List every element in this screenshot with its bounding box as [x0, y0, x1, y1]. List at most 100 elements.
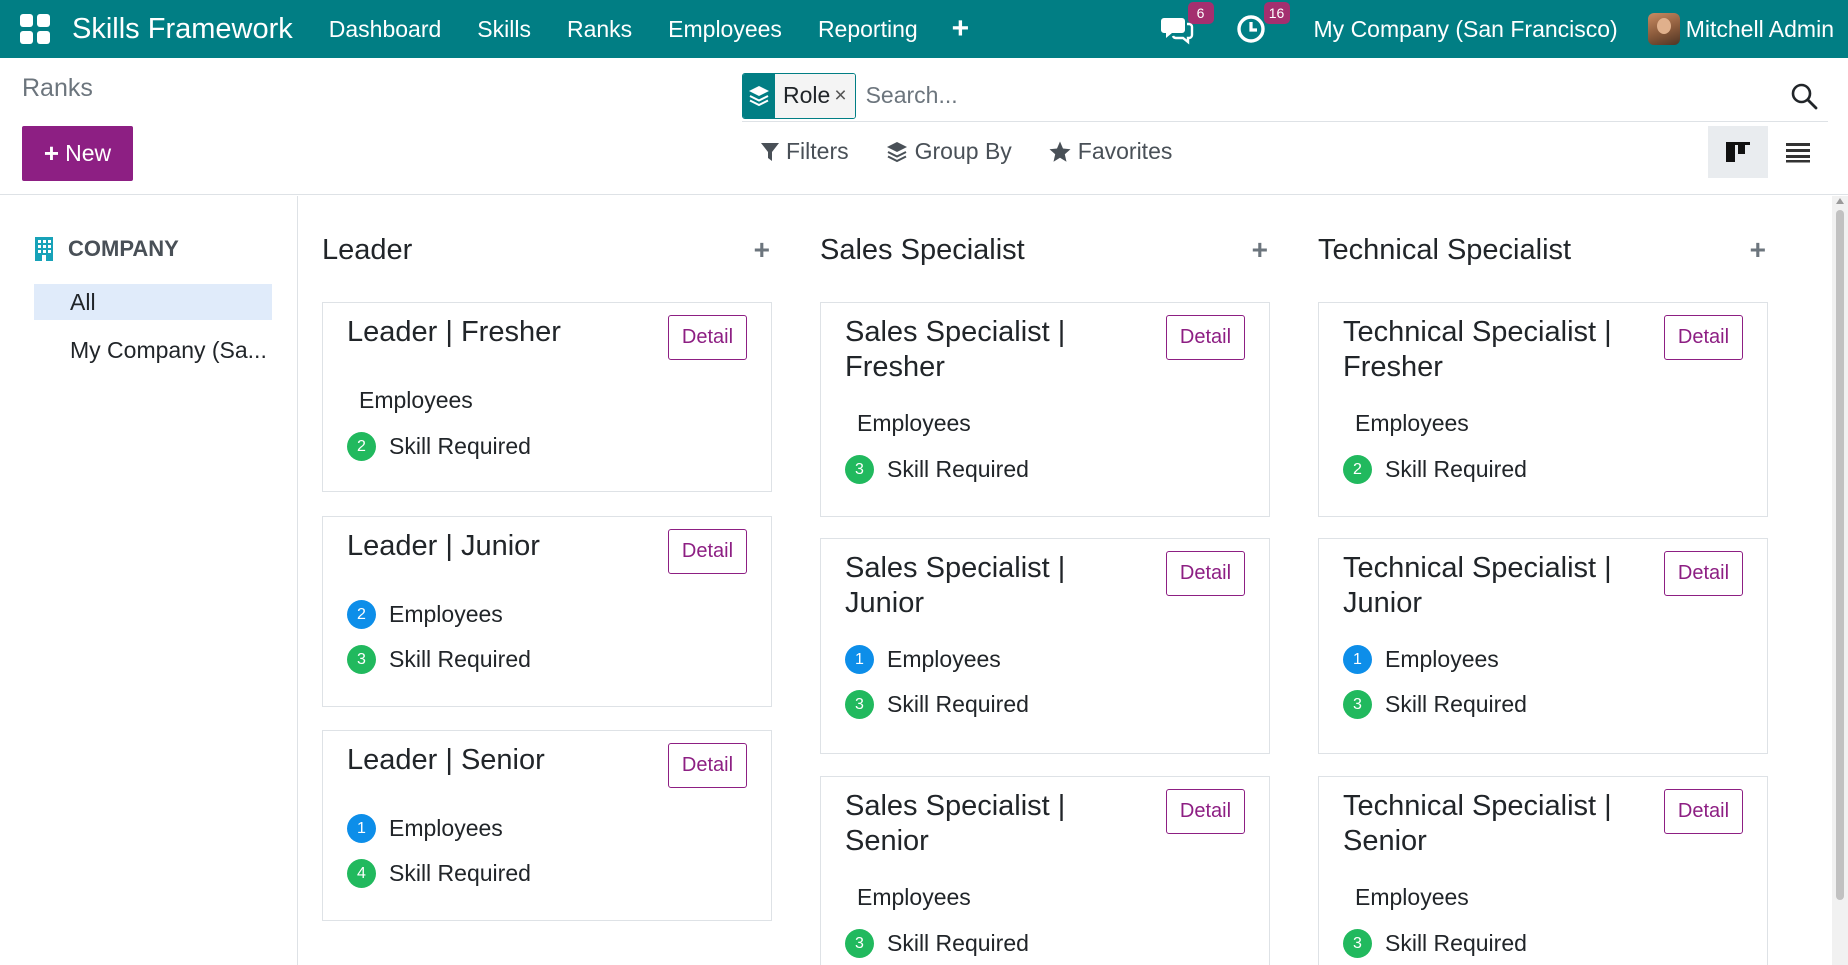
- skills-line[interactable]: 3 Skill Required: [1343, 929, 1527, 958]
- menu-skills[interactable]: Skills: [459, 16, 549, 43]
- top-navbar: Skills Framework Dashboard Skills Ranks …: [0, 0, 1848, 58]
- groupby-button[interactable]: Group By: [885, 138, 1012, 165]
- employees-line[interactable]: 1 Employees: [845, 645, 1001, 674]
- skill-label: Skill Required: [887, 456, 1029, 482]
- detail-button[interactable]: Detail: [668, 743, 747, 788]
- employees-line[interactable]: 2 Employees: [347, 600, 503, 629]
- employees-line[interactable]: 1 Employees: [1343, 645, 1499, 674]
- menu-reporting[interactable]: Reporting: [800, 16, 936, 43]
- skills-line[interactable]: 2 Skill Required: [347, 432, 531, 461]
- detail-button[interactable]: Detail: [1664, 315, 1743, 360]
- column-title: Sales Specialist: [820, 233, 1025, 266]
- card-title: Technical Specialist | Junior: [1343, 552, 1612, 619]
- app-menu-icon[interactable]: [20, 14, 50, 44]
- skills-line[interactable]: 2 Skill Required: [1343, 455, 1527, 484]
- filter-icon: [761, 142, 779, 161]
- skill-count-badge: 3: [347, 645, 376, 674]
- scroll-thumb[interactable]: [1836, 210, 1844, 900]
- rank-card[interactable]: Leader | Junior Detail 2 Employees 3 Skill…: [322, 516, 772, 707]
- employees-line[interactable]: Employees: [1343, 884, 1469, 911]
- detail-button[interactable]: Detail: [1664, 551, 1743, 596]
- card-title: Leader | Fresher: [347, 316, 561, 348]
- filters-button[interactable]: Filters: [760, 138, 849, 165]
- kanban-scrollbar[interactable]: [1832, 196, 1848, 965]
- facet-label: Role: [783, 82, 831, 108]
- list-view-icon[interactable]: [1768, 126, 1828, 178]
- scroll-up-icon[interactable]: [1836, 198, 1844, 204]
- filters-label: Filters: [786, 138, 849, 164]
- detail-button[interactable]: Detail: [668, 315, 747, 360]
- skill-label: Skill Required: [389, 433, 531, 459]
- sidebar-item-all[interactable]: All: [34, 284, 272, 320]
- employees-label: Employees: [389, 601, 503, 627]
- quick-create-plus-icon[interactable]: +: [1252, 234, 1268, 266]
- company-filter-title: COMPANY: [68, 236, 179, 261]
- rank-card[interactable]: Sales Specialist | Senior Detail Employe…: [820, 776, 1270, 965]
- breadcrumb: Ranks: [22, 74, 93, 102]
- kanban-view-icon[interactable]: [1708, 126, 1768, 178]
- search-options: Filters Group By Favorites: [760, 138, 1208, 165]
- search-panel-sidebar: COMPANY All My Company (Sa...: [0, 196, 298, 965]
- search-facet-role[interactable]: Role ×: [742, 72, 856, 119]
- skills-line[interactable]: 3 Skill Required: [845, 929, 1029, 958]
- skill-label: Skill Required: [1385, 456, 1527, 482]
- skills-line[interactable]: 3 Skill Required: [845, 455, 1029, 484]
- skill-label: Skill Required: [389, 646, 531, 672]
- quick-create-plus-icon[interactable]: +: [1750, 234, 1766, 266]
- menu-employees[interactable]: Employees: [650, 16, 800, 43]
- employees-line[interactable]: Employees: [1343, 410, 1469, 437]
- detail-button[interactable]: Detail: [1166, 789, 1245, 834]
- sidebar-item-my-company[interactable]: My Company (Sa...: [34, 332, 272, 368]
- skills-line[interactable]: 4 Skill Required: [347, 859, 531, 888]
- card-title: Technical Specialist | Fresher: [1343, 316, 1612, 383]
- search-bar: Role ×: [742, 70, 1828, 122]
- menu-dashboard[interactable]: Dashboard: [311, 16, 460, 43]
- skill-label: Skill Required: [1385, 930, 1527, 956]
- detail-button[interactable]: Detail: [668, 529, 747, 574]
- employee-count-badge: 1: [347, 814, 376, 843]
- app-title[interactable]: Skills Framework: [72, 13, 293, 46]
- rank-card[interactable]: Leader | Fresher Detail Employees 2 Skill…: [322, 302, 772, 492]
- company-switcher[interactable]: My Company (San Francisco): [1314, 16, 1618, 43]
- skills-line[interactable]: 3 Skill Required: [347, 645, 531, 674]
- quick-create-plus-icon[interactable]: +: [754, 234, 770, 266]
- company-filter-header: COMPANY: [34, 236, 179, 262]
- employees-line[interactable]: 1 Employees: [347, 814, 503, 843]
- skills-line[interactable]: 3 Skill Required: [845, 690, 1029, 719]
- detail-button[interactable]: Detail: [1166, 315, 1245, 360]
- column-header: Leader +: [322, 230, 772, 270]
- column-header: Sales Specialist +: [820, 230, 1270, 270]
- rank-card[interactable]: Sales Specialist | Fresher Detail Employ…: [820, 302, 1270, 517]
- messages-icon[interactable]: 6: [1160, 2, 1214, 46]
- user-avatar[interactable]: [1647, 13, 1680, 45]
- search-input[interactable]: [865, 75, 1828, 116]
- skill-label: Skill Required: [389, 860, 531, 886]
- kanban-board: Leader + Leader | Fresher Detail Employe…: [298, 196, 1832, 965]
- search-icon[interactable]: [1790, 82, 1818, 110]
- employees-line[interactable]: Employees: [845, 410, 971, 437]
- favorites-button[interactable]: Favorites: [1048, 138, 1172, 165]
- rank-card[interactable]: Sales Specialist | Junior Detail 1 Employ…: [820, 538, 1270, 754]
- employee-count-badge: 1: [845, 645, 874, 674]
- new-button[interactable]: + New: [22, 126, 133, 181]
- rank-card[interactable]: Leader | Senior Detail 1 Employees 4 Skill…: [322, 730, 772, 921]
- control-panel: Ranks + New Role × Filt: [0, 58, 1848, 195]
- rank-card[interactable]: Technical Specialist | Junior Detail 1 Em…: [1318, 538, 1768, 754]
- skills-line[interactable]: 3 Skill Required: [1343, 690, 1527, 719]
- card-title: Leader | Senior: [347, 744, 545, 776]
- menu-ranks[interactable]: Ranks: [549, 16, 650, 43]
- employees-line[interactable]: Employees: [845, 884, 971, 911]
- skill-count-badge: 3: [1343, 690, 1372, 719]
- employees-line[interactable]: Employees: [347, 387, 473, 414]
- detail-button[interactable]: Detail: [1166, 551, 1245, 596]
- facet-remove-icon[interactable]: ×: [834, 84, 846, 108]
- rank-card[interactable]: Technical Specialist | Fresher Detail Em…: [1318, 302, 1768, 517]
- rank-card[interactable]: Technical Specialist | Senior Detail Emp…: [1318, 776, 1768, 965]
- plus-icon: +: [43, 138, 60, 168]
- user-menu[interactable]: Mitchell Admin: [1686, 16, 1834, 43]
- menu-more-plus-icon[interactable]: +: [936, 14, 986, 44]
- card-title: Technical Specialist | Senior: [1343, 790, 1612, 857]
- skill-count-badge: 3: [1343, 929, 1372, 958]
- activities-clock-icon[interactable]: 16: [1236, 2, 1290, 46]
- detail-button[interactable]: Detail: [1664, 789, 1743, 834]
